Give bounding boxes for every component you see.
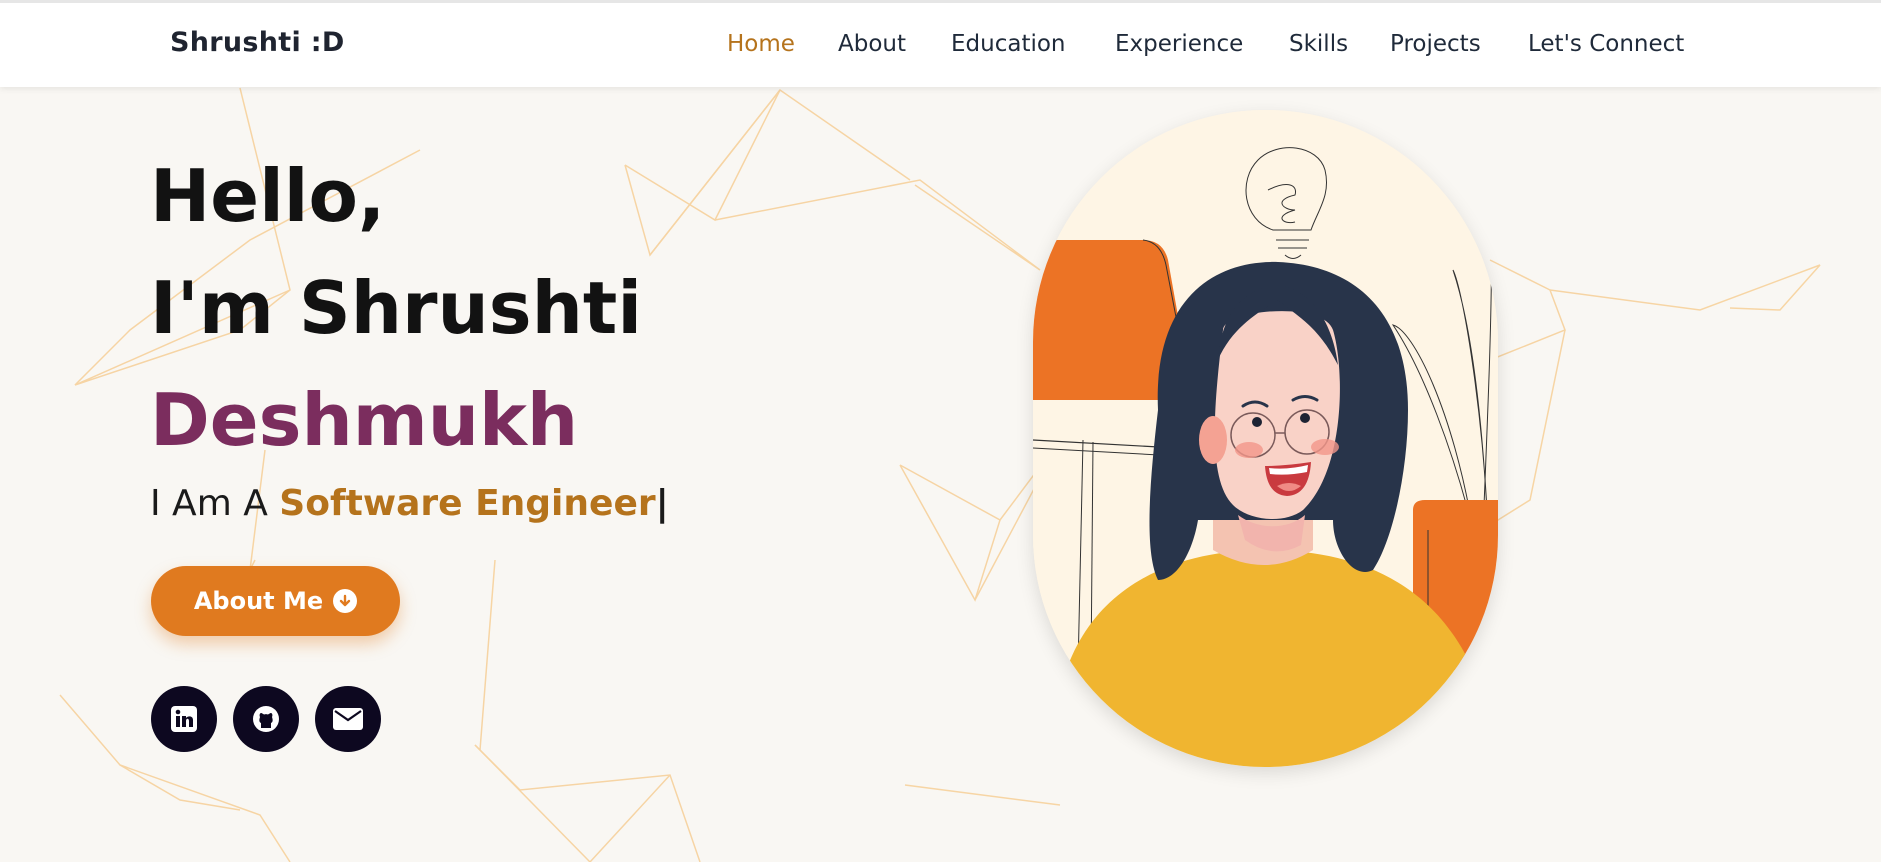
- nav-links: Home About Education Experience Skills P…: [0, 31, 1881, 61]
- github-button[interactable]: [233, 686, 299, 752]
- nav-item-lets-connect[interactable]: Let's Connect: [1528, 31, 1684, 57]
- about-me-button-label: About Me: [193, 587, 324, 615]
- hero-name: I'm Shrushti: [150, 266, 643, 350]
- about-me-button[interactable]: About Me: [151, 566, 400, 636]
- nav-item-about[interactable]: About: [838, 31, 906, 57]
- hero-greeting: Hello,: [150, 154, 386, 238]
- linkedin-button[interactable]: [151, 686, 217, 752]
- email-button[interactable]: [315, 686, 381, 752]
- email-icon: [333, 708, 363, 730]
- typing-caret: |: [655, 483, 669, 524]
- hero-heading: Hello, I'm Shrushti Deshmukh: [150, 140, 642, 476]
- nav-item-education[interactable]: Education: [951, 31, 1066, 57]
- arrow-down-circle-icon: [333, 589, 358, 613]
- hero-role-line: I Am A Software Engineer|: [150, 483, 669, 524]
- nav-item-skills[interactable]: Skills: [1289, 31, 1348, 57]
- role-prefix: I Am A: [150, 483, 268, 524]
- role-typed-text: Software Engineer: [279, 483, 656, 524]
- social-links: [151, 686, 381, 752]
- navbar: Shrushti :D Home About Education Experie…: [0, 0, 1881, 87]
- linkedin-icon: [171, 706, 197, 732]
- hero-surname: Deshmukh: [150, 378, 579, 462]
- nav-item-projects[interactable]: Projects: [1390, 31, 1481, 57]
- nav-item-home[interactable]: Home: [727, 31, 795, 57]
- github-icon: [253, 706, 279, 732]
- profile-illustration: [1033, 110, 1498, 767]
- nav-item-experience[interactable]: Experience: [1115, 31, 1243, 57]
